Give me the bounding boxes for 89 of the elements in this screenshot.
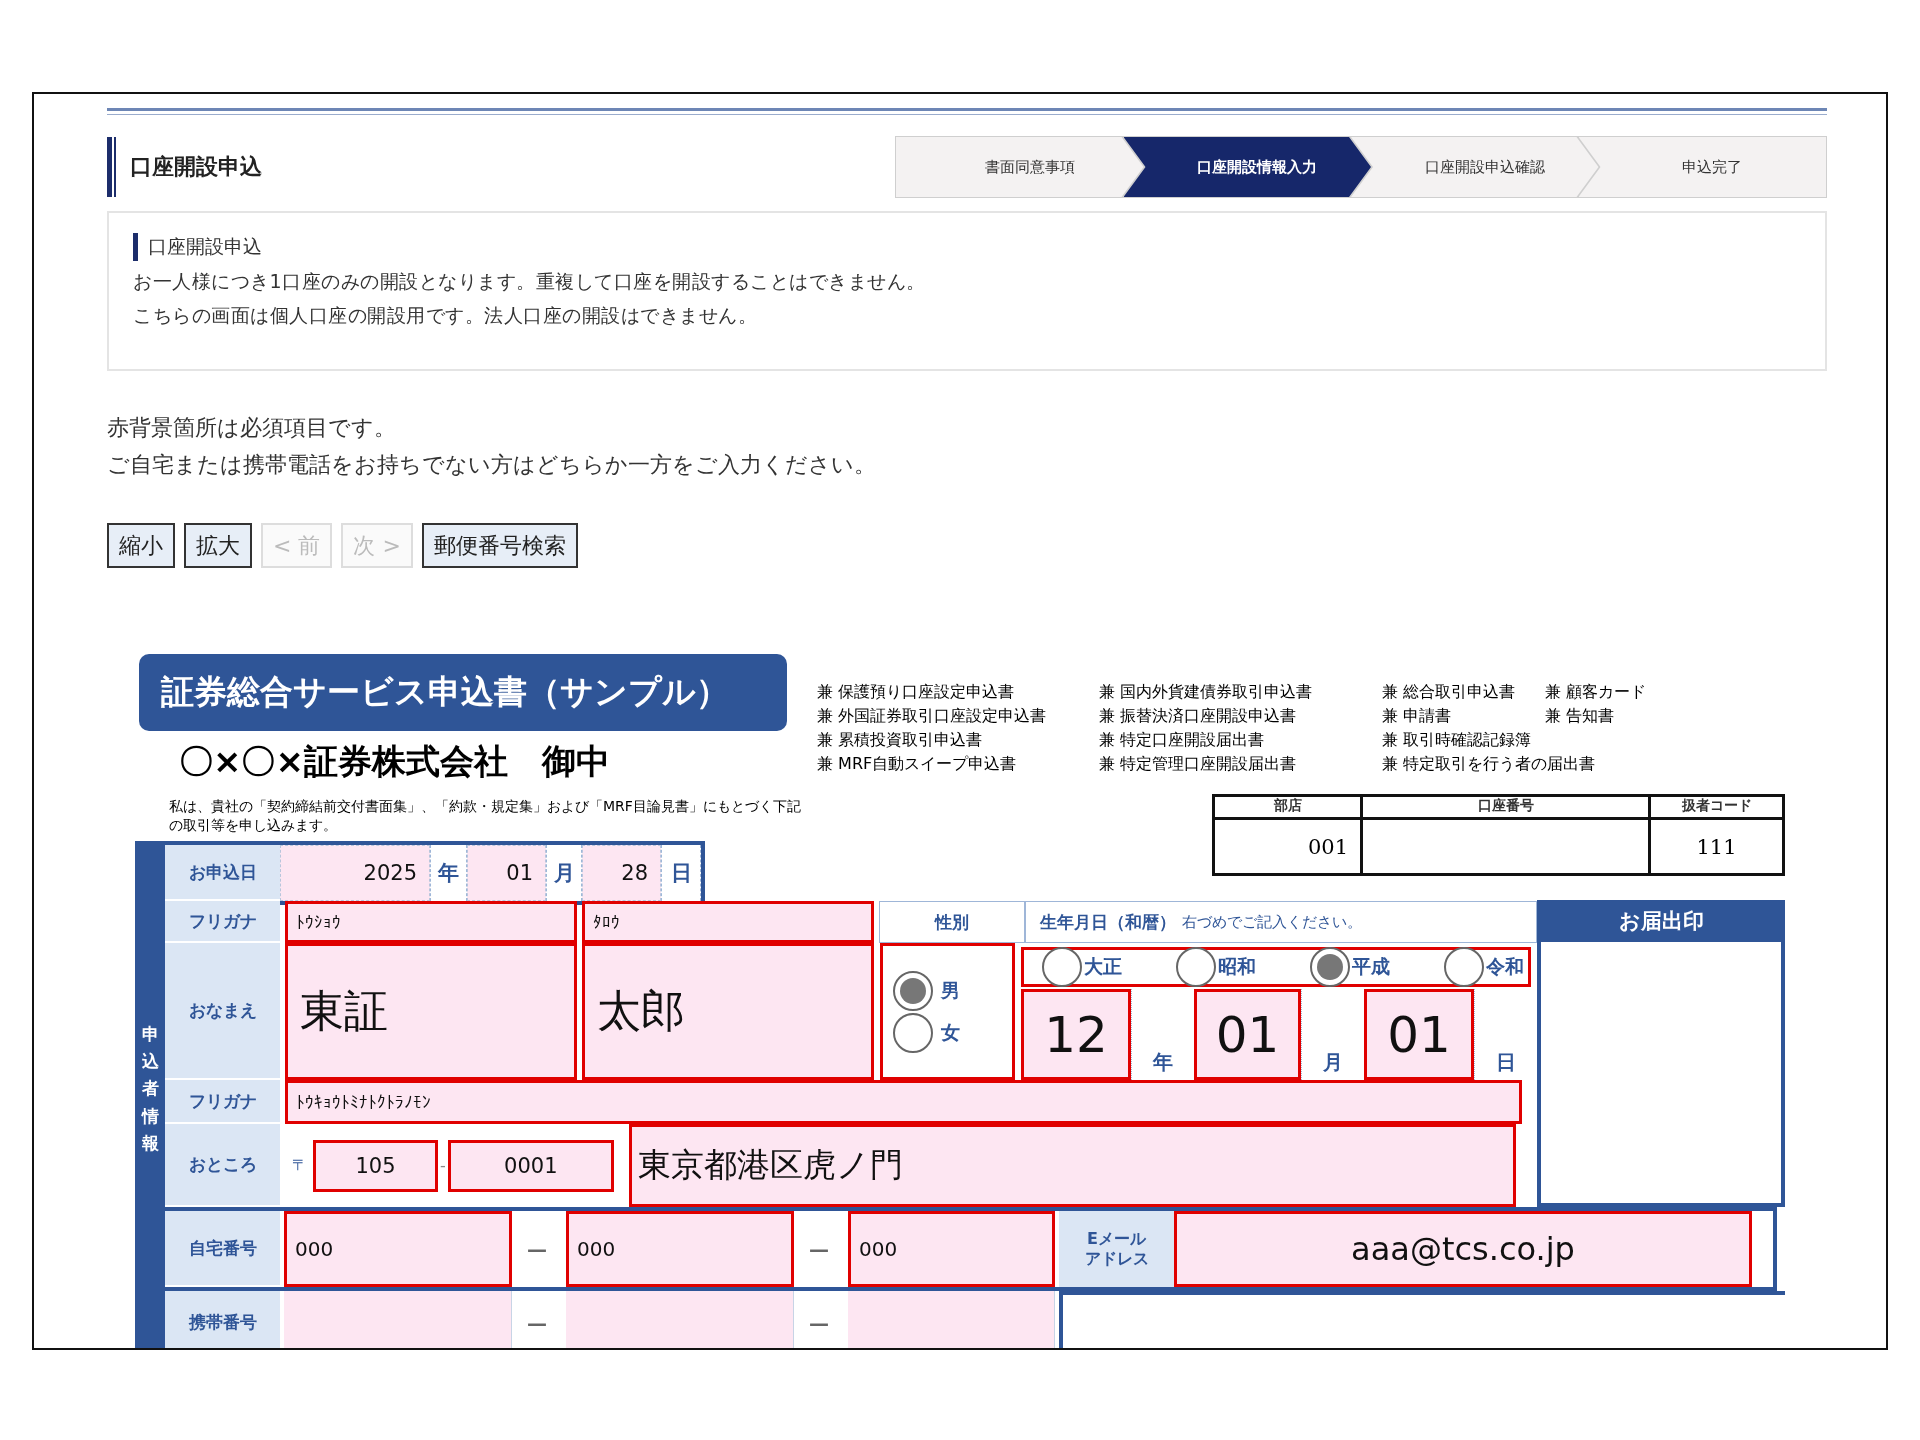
note-text: ご自宅または携帯電話をお持ちでない方はどちらか一方をご入力ください。 [107,451,877,479]
page-title: 口座開設申込 [130,153,262,181]
option-label: 大正 [1084,954,1122,979]
info-text: こちらの画面は個人口座の開設用です。法人口座の開設はできません。 [133,303,758,328]
field-label: フリガナ [165,901,280,943]
document-name: 兼 申請書 [1382,705,1452,727]
year-field[interactable]: 2025 [280,845,430,901]
phone-field[interactable]: 000 [284,1211,512,1287]
toolbar-button[interactable]: 郵便番号検索 [421,523,578,568]
phone-field[interactable] [848,1291,1055,1348]
surname-field[interactable]: 東証 [285,943,577,1080]
document-name: 兼 特定口座開設届出書 [1099,729,1265,751]
radio-button[interactable] [1310,947,1350,987]
note-text: 赤背景箇所は必須項目です。 [107,414,397,442]
day-field[interactable]: 28 [582,845,661,901]
toolbar-button[interactable]: 縮小 [107,523,175,568]
option-label: 平成 [1352,954,1390,979]
field-label: フリガナ [165,1080,280,1124]
option-label: 令和 [1486,954,1524,979]
column-header: 部店 [1215,797,1360,820]
section-label: 申込者情報 [135,841,165,1348]
accent-bar [107,137,116,197]
document-name: 兼 保護預り口座設定申込書 [817,681,1015,703]
document-name: 兼 特定取引を行う者の届出書 [1382,753,1596,775]
phone-field[interactable] [284,1291,512,1348]
declaration-text: 私は、貴社の「契約締結前交付書面集」、「約款・規定集」および「MRF目論見書」にもとづく下記の取引等を申し込みます。 [169,797,802,835]
radio-button[interactable] [893,970,933,1011]
field-label: Eメール アドレス [1059,1211,1174,1287]
document-name: 兼 累積投資取引申込書 [817,729,983,751]
column-header: 扱者コード [1651,797,1782,820]
info-text: お一人様につき1口座のみの開設となります。重複して口座を開設することはできません。 [133,269,927,294]
accent-bar [133,233,138,261]
progress-step: 申込完了 [1578,137,1826,197]
option-label: 昭和 [1218,954,1256,979]
hint-text: 右づめでご記入ください。 [1182,912,1362,932]
document-name: 兼 国内外貨建債券取引申込書 [1099,681,1313,703]
separator: — [808,1310,830,1337]
postal-mark: 〒 [292,1156,307,1175]
document-name: 兼 総合取引申込書 [1382,681,1516,703]
field-label: 自宅番号 [165,1211,280,1287]
email-field[interactable]: aaa@tcs.co.jp [1174,1211,1752,1287]
info-heading: 口座開設申込 [148,234,262,259]
field-label: お申込日 [165,845,280,901]
form-title: 証券総合サービス申込書（サンプル） [139,654,787,731]
document-name: 兼 MRF自動スイープ申込書 [817,753,1017,775]
radio-button[interactable] [893,1012,933,1053]
address-field[interactable]: 東京都港区虎ノ門 [628,1124,1516,1207]
document-name: 兼 外国証券取引口座設定申込書 [817,705,1047,727]
toolbar-button[interactable]: 拡大 [184,523,252,568]
column-header: 性別 [879,901,1025,943]
document-name: 兼 告知書 [1545,705,1615,727]
table-cell-text: 001 [1306,833,1349,861]
field-label: おなまえ [165,943,280,1080]
month-field[interactable]: 01 [467,845,546,901]
given-kana-field[interactable]: ﾀﾛｳ [582,901,874,943]
radio-button[interactable] [1444,947,1484,987]
birth-year-field[interactable]: 12 [1021,989,1131,1080]
field-label: 携帯番号 [165,1291,280,1348]
column-header: 口座番号 [1363,797,1648,820]
separator: — [808,1236,830,1263]
radio-button[interactable] [1176,947,1216,987]
birth-month-field[interactable]: 01 [1194,989,1301,1080]
document-name: 兼 取引時確認記録簿 [1382,729,1532,751]
postal-code-field[interactable]: 105 [313,1139,438,1192]
phone-field[interactable]: 000 [848,1211,1055,1287]
column-header: 生年月日（和暦） [1040,910,1176,934]
postal-code-field[interactable]: 0001 [447,1139,614,1192]
progress-step: 書面同意事項 [896,137,1144,197]
separator: — [526,1236,548,1263]
separator: — [526,1310,548,1337]
addressee-text: 〇×〇×証券株式会社 御中 [179,740,611,783]
surname-kana-field[interactable]: ﾄｳｼｮｳ [285,901,577,943]
radio-button[interactable] [1042,947,1082,987]
document-name: 兼 顧客カード [1545,681,1647,703]
document-name: 兼 特定管理口座開設届出書 [1099,753,1297,775]
progress-step: 口座開設情報入力 [1123,137,1371,197]
birth-day-field[interactable]: 01 [1364,989,1474,1080]
document-name: 兼 振替決済口座開設申込書 [1099,705,1297,727]
column-header: お届出印 [1541,900,1781,942]
given-name-field[interactable]: 太郎 [582,943,874,1080]
phone-field[interactable]: 000 [566,1211,794,1287]
table-cell-text: 111 [1695,833,1738,861]
phone-field[interactable] [566,1291,794,1348]
option-label: 女 [941,1019,960,1045]
separator: - [440,1156,446,1175]
address-kana-field[interactable]: ﾄｳｷｮｳﾄﾐﾅﾄｸﾄﾗﾉﾓﾝ [285,1080,1522,1124]
progress-step: 口座開設申込確認 [1351,137,1599,197]
option-label: 男 [941,977,960,1003]
field-label: おところ [165,1124,280,1207]
